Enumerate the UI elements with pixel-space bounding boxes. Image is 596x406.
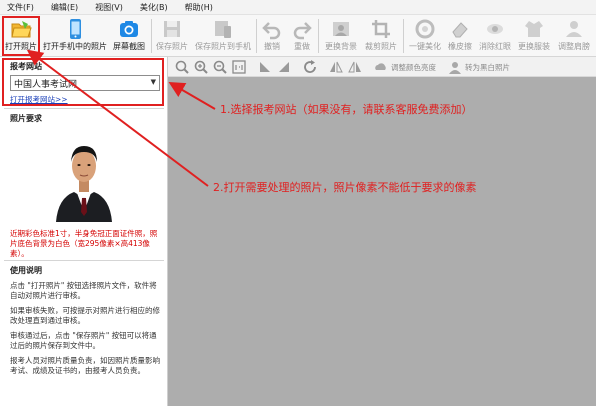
help-text: 点击 "打开照片" 按钮选择照片文件，软件将自动对照片进行审核。 如果审核失败，… [10, 281, 162, 381]
change-background-button[interactable]: 更换背景 [322, 15, 360, 57]
adjust-color-label[interactable]: 调整颜色亮度 [391, 62, 436, 73]
save-photo-button[interactable]: 保存照片 [154, 15, 190, 57]
help-paragraph: 点击 "打开照片" 按钮选择照片文件，软件将自动对照片进行审核。 [10, 281, 157, 300]
change-clothes-button[interactable]: 更换服装 [515, 15, 553, 57]
screenshot-button[interactable]: 屏幕截图 [110, 15, 148, 57]
beautify-icon [415, 19, 435, 39]
menu-file[interactable]: 文件(F) [0, 2, 34, 13]
left-panel: 报考网站 中国人事考试网 ▼ 打开报考网站>> 照片要求 近期彩色标准1寸，半身… [0, 57, 168, 406]
menu-help[interactable]: 帮助(H) [178, 2, 213, 13]
open-phone-photo-button[interactable]: 打开手机中的照片 [42, 15, 108, 57]
help-paragraph: 审核通过后，点击 "保存照片" 按钮可以将通过后的照片保存到文件中。 [10, 331, 157, 350]
crop-photo-button[interactable]: 裁剪照片 [362, 15, 400, 57]
photo-requirement-note: 近期彩色标准1寸，半身免冠正面证件照，照片底色背景为白色（宽295像素×高413… [10, 229, 158, 258]
open-photo-highlight [2, 16, 40, 56]
flip-horizontal-icon[interactable] [328, 59, 344, 75]
adjust-shoulder-button[interactable]: 调整肩膀 [555, 15, 593, 57]
menu-view[interactable]: 视图(V) [88, 2, 123, 13]
rotate-left-icon[interactable] [257, 59, 273, 75]
change-background-icon [333, 22, 349, 36]
undo-icon [262, 22, 281, 40]
view-toolbar: 调整颜色亮度 转为黑白照片 [168, 57, 596, 77]
menu-bar: 文件(F) 编辑(E) 视图(V) 美化(B) 帮助(H) [0, 0, 596, 15]
toolbar: 打开照片 打开手机中的照片 屏幕截图 保存照片 保存照片到手机 撤销 重做 更换… [0, 15, 596, 57]
red-eye-icon [487, 24, 503, 34]
menu-beautify[interactable]: 美化(B) [133, 2, 168, 13]
help-paragraph: 报考人员对照片质量负责，如因照片质量影响考试、成绩及证书的，由报考人员负责。 [10, 356, 160, 375]
zoom-fit-icon[interactable] [174, 59, 190, 75]
rotate-right-icon[interactable] [276, 59, 292, 75]
exam-site-highlight [2, 58, 164, 106]
step1-annotation: 1.选择报考网站（如果没有，请联系客服免费添加） [220, 103, 473, 116]
one-click-beautify-button[interactable]: 一键美化 [406, 15, 444, 57]
toolbar-separator [151, 19, 152, 53]
redo-icon [293, 22, 312, 40]
actual-size-icon[interactable] [231, 59, 247, 75]
camera-icon [120, 21, 138, 37]
divider [4, 260, 164, 261]
photo-requirement-title: 照片要求 [10, 114, 42, 123]
menu-edit[interactable]: 编辑(E) [44, 2, 78, 13]
sample-id-photo [52, 132, 116, 222]
save-to-phone-icon [215, 21, 231, 38]
adjust-color-icon[interactable] [373, 59, 389, 75]
shoulder-icon [566, 21, 582, 37]
eraser-icon [452, 22, 468, 38]
undo-button[interactable]: 撤销 [259, 15, 285, 57]
crop-icon [372, 20, 390, 38]
save-to-phone-button[interactable]: 保存照片到手机 [192, 15, 254, 57]
help-paragraph: 如果审核失败，可按提示对照片进行相应的修改处理直到通过审核。 [10, 306, 160, 325]
step2-annotation: 2.打开需要处理的照片，照片像素不能低于要求的像素 [213, 181, 477, 194]
to-bw-label[interactable]: 转为黑白照片 [465, 62, 510, 73]
toolbar-separator [256, 19, 257, 53]
eraser-button[interactable]: 橡皮擦 [446, 15, 474, 57]
divider [4, 108, 164, 109]
black-white-icon[interactable] [447, 59, 463, 75]
save-icon [164, 21, 180, 37]
photo-canvas[interactable] [168, 77, 596, 406]
toolbar-separator [318, 19, 319, 53]
refresh-icon[interactable] [302, 59, 318, 75]
zoom-in-icon[interactable] [193, 59, 209, 75]
toolbar-separator [403, 19, 404, 53]
flip-vertical-icon[interactable] [347, 59, 363, 75]
help-title: 使用说明 [10, 266, 42, 275]
phone-icon [70, 19, 81, 39]
zoom-out-icon[interactable] [212, 59, 228, 75]
redo-button[interactable]: 重做 [289, 15, 315, 57]
remove-red-eye-button[interactable]: 消除红眼 [477, 15, 513, 57]
clothes-icon [525, 21, 543, 37]
